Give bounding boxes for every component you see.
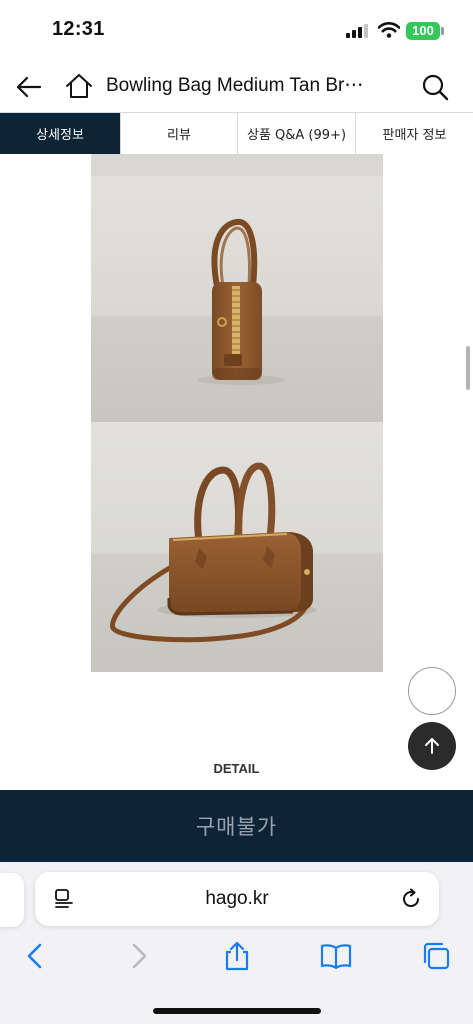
status-time: 12:31 <box>52 18 105 40</box>
app-header: Bowling Bag Medium Tan Br⋯ <box>0 62 473 112</box>
detail-section-label: DETAIL <box>213 761 260 776</box>
cellular-signal-icon <box>346 24 368 38</box>
search-icon[interactable] <box>420 72 450 102</box>
purchase-unavailable-label: 구매불가 <box>195 815 278 839</box>
product-tabs: 상세정보 리뷰 상품 Q&A (99+) 판매자 정보 <box>0 112 473 154</box>
home-indicator <box>153 1008 321 1014</box>
battery-tip <box>441 27 444 35</box>
address-bar[interactable]: hago.kr <box>35 872 439 926</box>
arrow-up-icon <box>425 738 439 754</box>
status-bar: 12:31 100 <box>0 0 473 62</box>
floating-circle-button[interactable] <box>408 667 456 715</box>
forward-icon[interactable] <box>122 940 154 972</box>
tab-seller-info[interactable]: 판매자 정보 <box>355 113 473 154</box>
page-title: Bowling Bag Medium Tan Br⋯ <box>106 75 364 96</box>
back-arrow-icon[interactable] <box>14 72 44 102</box>
previous-tab-card[interactable] <box>0 873 24 927</box>
tab-reviews[interactable]: 리뷰 <box>120 113 237 154</box>
product-detail-content: DETAIL <box>0 154 473 790</box>
scroll-indicator[interactable] <box>466 346 470 390</box>
bag-front-three-quarter-photo <box>91 422 383 672</box>
battery-icon: 100 <box>406 22 440 40</box>
home-icon[interactable] <box>64 71 94 101</box>
purchase-bar[interactable]: 구매불가 <box>0 790 473 862</box>
tabs-icon[interactable] <box>420 940 452 972</box>
back-icon[interactable] <box>20 940 52 972</box>
browser-toolbar: hago.kr <box>0 862 473 1024</box>
wifi-icon <box>378 22 400 38</box>
url-text: hago.kr <box>205 888 269 909</box>
bag-side-view-photo <box>91 154 383 422</box>
tab-product-qa[interactable]: 상품 Q&A (99+) <box>237 113 355 154</box>
tab-detail-info[interactable]: 상세정보 <box>0 113 120 154</box>
share-icon[interactable] <box>221 940 253 972</box>
reload-icon[interactable] <box>399 887 423 911</box>
bookmarks-icon[interactable] <box>320 940 352 972</box>
